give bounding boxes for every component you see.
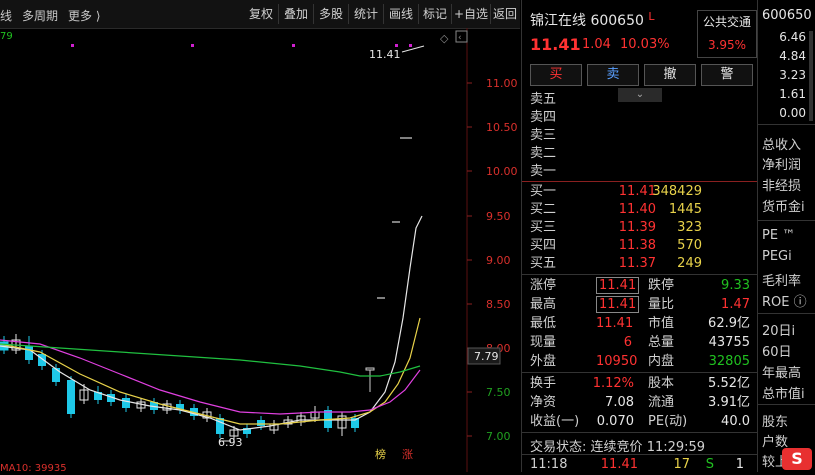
tick-row: 11:18 11.41 17 S 1 [530, 457, 744, 472]
ask-4-label: 卖四 [530, 110, 557, 125]
signal-dots [71, 44, 412, 47]
stat-row: 最低 11.41 市值 62.9亿 [530, 316, 750, 331]
trade-status: 交易状态: 连续竞价 11:29:59 [530, 440, 706, 455]
sidebar-item[interactable]: ROE ⓘ [762, 291, 807, 310]
sector-name: 公共交通 [702, 15, 751, 29]
sidebar-item[interactable]: 非经损 [762, 175, 801, 194]
sidebar-item[interactable]: 股东 [762, 411, 788, 430]
ask-3-label: 卖三 [530, 128, 557, 143]
high-annotation: 11.41 [369, 48, 401, 61]
mini-axis-tick: 6.46 [779, 30, 806, 44]
sidebar-code: 600650 [762, 8, 812, 23]
stat-row: 净资 7.08 流通 3.91亿 [530, 395, 750, 410]
current-price-text: 7.79 [474, 350, 499, 363]
ma10-line [0, 317, 421, 425]
sector-box[interactable]: 公共交通 3.95% [697, 10, 757, 58]
sidebar-item[interactable]: 货币金i [762, 196, 805, 215]
multi-period-tab[interactable]: 多周期 [22, 9, 58, 23]
sidebar-item[interactable]: PEGi [762, 249, 792, 264]
price-ticks: 11.00 10.50 10.00 9.50 9.00 8.50 8.00 7.… [467, 77, 518, 443]
bid-row[interactable]: 买四 11.38 570 [522, 236, 758, 255]
ma60-line [0, 343, 421, 377]
back-button[interactable]: 返回 [490, 4, 520, 24]
line-tab[interactable]: 线 [0, 9, 12, 23]
diamond-icon[interactable]: ◇ [440, 32, 449, 45]
kline-svg: 11.00 10.50 10.00 9.50 9.00 8.50 8.00 7.… [0, 28, 518, 474]
stat-row: 涨停 11.41 跌停 9.33 [530, 277, 750, 294]
fuquan-button[interactable]: 复权 [244, 4, 279, 24]
stock-code: 600650 [590, 13, 644, 29]
chart-toolbar: 线多周期 更多 ⟩ 复权 叠加 多股 统计 画线 标记 +自选 返回 [0, 0, 520, 29]
stat-row: 外盘 10950 内盘 32805 [530, 354, 750, 369]
ask-2-label: 卖二 [530, 146, 557, 161]
price-tick: 10.00 [486, 165, 518, 178]
bid-row[interactable]: 买五 11.37 249 [522, 254, 758, 273]
price-tick: 9.50 [486, 210, 511, 223]
sidebar-item[interactable]: 20日i [762, 320, 795, 339]
more-tab[interactable]: 更多 ⟩ [68, 9, 101, 23]
kline-chart[interactable]: 11.00 10.50 10.00 9.50 9.00 8.50 8.00 7.… [0, 28, 520, 474]
bid-row[interactable]: 买二 11.40 1445 [522, 200, 758, 219]
mini-axis-tick: 1.61 [779, 87, 806, 101]
sidebar-item[interactable]: 总市值i [762, 383, 805, 402]
alert-button[interactable]: 警 [701, 64, 753, 86]
price-tick: 9.00 [486, 254, 511, 267]
candles [0, 334, 359, 440]
period-selector: 线多周期 更多 ⟩ [0, 7, 111, 24]
low-annotation: 6.93 [218, 436, 243, 449]
quote-panel: 锦江在线 600650 L 公共交通 3.95% 11.41 1.04 10.0… [521, 0, 758, 472]
price-tick: 10.50 [486, 121, 518, 134]
stock-name: 锦江在线 [530, 13, 586, 29]
mini-axis-tick: 4.84 [779, 49, 806, 63]
overlay-button[interactable]: 叠加 [279, 4, 314, 24]
buy-button[interactable]: 买 [530, 64, 582, 86]
sidebar-item[interactable]: PE ™ [762, 228, 795, 243]
stat-row: 最高 11.41 量比 1.47 [530, 296, 750, 313]
sell-button[interactable]: 卖 [587, 64, 639, 86]
stat-row: 换手 1.12% 股本 5.52亿 [530, 376, 750, 391]
mini-axis-tick: 3.23 [779, 68, 806, 82]
svg-text:‹: ‹ [458, 33, 462, 43]
ma-label-bottom: MA10: 39935 [0, 463, 67, 472]
sidebar-panel: 600650 6.46 4.84 3.23 1.61 0.00 总收入 净利润 … [757, 0, 815, 472]
ask-1-label: 卖一 [530, 164, 557, 179]
last-price: 11.41 [530, 35, 581, 54]
sidebar-item[interactable]: 毛利率 [762, 270, 801, 289]
price-change: 1.04 [582, 37, 611, 52]
sector-pct: 3.95% [707, 38, 747, 52]
limit-up-tag: 涨 [402, 448, 413, 461]
mini-axis-tick: 0.00 [779, 106, 806, 120]
multi-stock-button[interactable]: 多股 [314, 4, 349, 24]
ma20-line [0, 339, 421, 415]
ask-5-label: 卖五 [530, 92, 557, 107]
price-tick: 7.00 [486, 430, 511, 443]
price-change-pct: 10.03% [620, 37, 670, 52]
mini-scrollbar[interactable] [809, 31, 813, 121]
sidebar-item[interactable]: 60日 [762, 341, 792, 360]
price-tick: 11.00 [486, 77, 518, 90]
price-tick: 7.50 [486, 386, 511, 399]
sidebar-item[interactable]: 年最高 [762, 362, 801, 381]
cancel-order-button[interactable]: 撤 [644, 64, 696, 86]
add-watchlist-button[interactable]: +自选 [452, 4, 491, 24]
brand-logo-icon: S [782, 448, 812, 470]
stock-flag: L [648, 10, 655, 23]
draw-line-button[interactable]: 画线 [384, 4, 419, 24]
stock-title: 锦江在线 600650 L [530, 10, 655, 30]
stat-row: 收益(一) 0.070 PE(动) 40.0 [530, 414, 750, 429]
ma-label-top: 79 [0, 31, 13, 42]
sidebar-item[interactable]: 净利润 [762, 154, 801, 173]
up-candles [365, 137, 412, 392]
sidebar-item[interactable]: 总收入 [762, 134, 801, 153]
bid-row[interactable]: 买一 11.41 348429 [522, 182, 758, 201]
statistics-button[interactable]: 统计 [349, 4, 384, 24]
stat-row: 现量 6 总量 43755 [530, 335, 750, 350]
list-tag: 榜 [375, 447, 386, 461]
price-tick: 8.50 [486, 298, 511, 311]
mark-button[interactable]: 标记 [419, 4, 452, 24]
ma5-line [0, 215, 423, 431]
bid-row[interactable]: 买三 11.39 323 [522, 218, 758, 237]
